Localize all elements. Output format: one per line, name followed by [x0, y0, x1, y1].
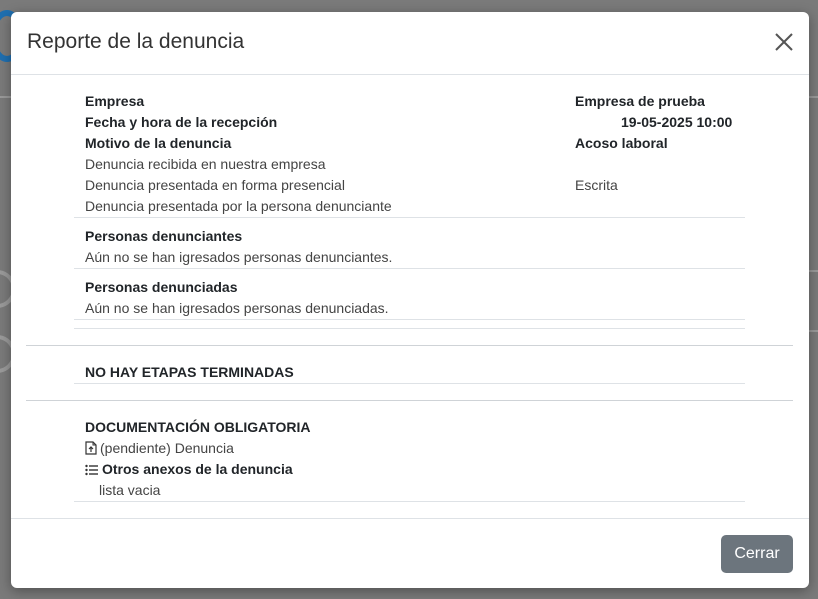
presentada-forma-text: Denuncia presentada en forma presencial [85, 177, 345, 193]
presentada-forma-value: Escrita [575, 177, 618, 193]
empresa-value: Empresa de prueba [575, 93, 705, 109]
divider [74, 328, 745, 329]
doc-item-denuncia[interactable]: (pendiente) Denuncia [85, 440, 234, 458]
close-icon [775, 33, 793, 51]
empresa-label: Empresa [85, 93, 145, 109]
modal-header: Reporte de la denuncia [11, 12, 809, 75]
divider [74, 268, 745, 269]
doc-item-label: (pendiente) Denuncia [100, 440, 234, 456]
modal-body: Empresa Empresa de prueba Fecha y hora d… [11, 75, 809, 518]
divider [74, 501, 745, 502]
file-upload-icon [85, 441, 97, 458]
recibida-text: Denuncia recibida en nuestra empresa [85, 156, 326, 172]
denunciadas-title: Personas denunciadas [85, 279, 238, 295]
denunciadas-empty: Aún no se han igresados personas denunci… [85, 300, 389, 316]
etapas-title: NO HAY ETAPAS TERMINADAS [85, 364, 294, 380]
report-modal: Reporte de la denuncia Empresa Empresa d… [11, 12, 809, 588]
anexos-title: Otros anexos de la denuncia [85, 461, 293, 479]
cerrar-button[interactable]: Cerrar [721, 535, 793, 573]
motivo-label: Motivo de la denuncia [85, 135, 232, 151]
close-icon-button[interactable] [773, 31, 795, 53]
modal-footer: Cerrar [11, 518, 809, 589]
list-icon [85, 463, 99, 479]
fecha-label: Fecha y hora de la recepción [85, 114, 278, 130]
denunciantes-title: Personas denunciantes [85, 228, 243, 244]
modal-title: Reporte de la denuncia [27, 30, 245, 53]
anexos-title-label: Otros anexos de la denuncia [102, 461, 293, 477]
section-divider [26, 345, 793, 346]
motivo-value: Acoso laboral [575, 135, 668, 151]
divider [74, 383, 745, 384]
anexos-empty: lista vacia [99, 482, 161, 498]
presentada-por-text: Denuncia presentada por la persona denun… [85, 198, 392, 214]
divider [74, 319, 745, 320]
section-divider [26, 400, 793, 401]
documentacion-title: DOCUMENTACIÓN OBLIGATORIA [85, 419, 311, 435]
denunciantes-empty: Aún no se han igresados personas denunci… [85, 249, 393, 265]
fecha-value: 19-05-2025 10:00 [621, 114, 733, 130]
divider [74, 217, 745, 218]
